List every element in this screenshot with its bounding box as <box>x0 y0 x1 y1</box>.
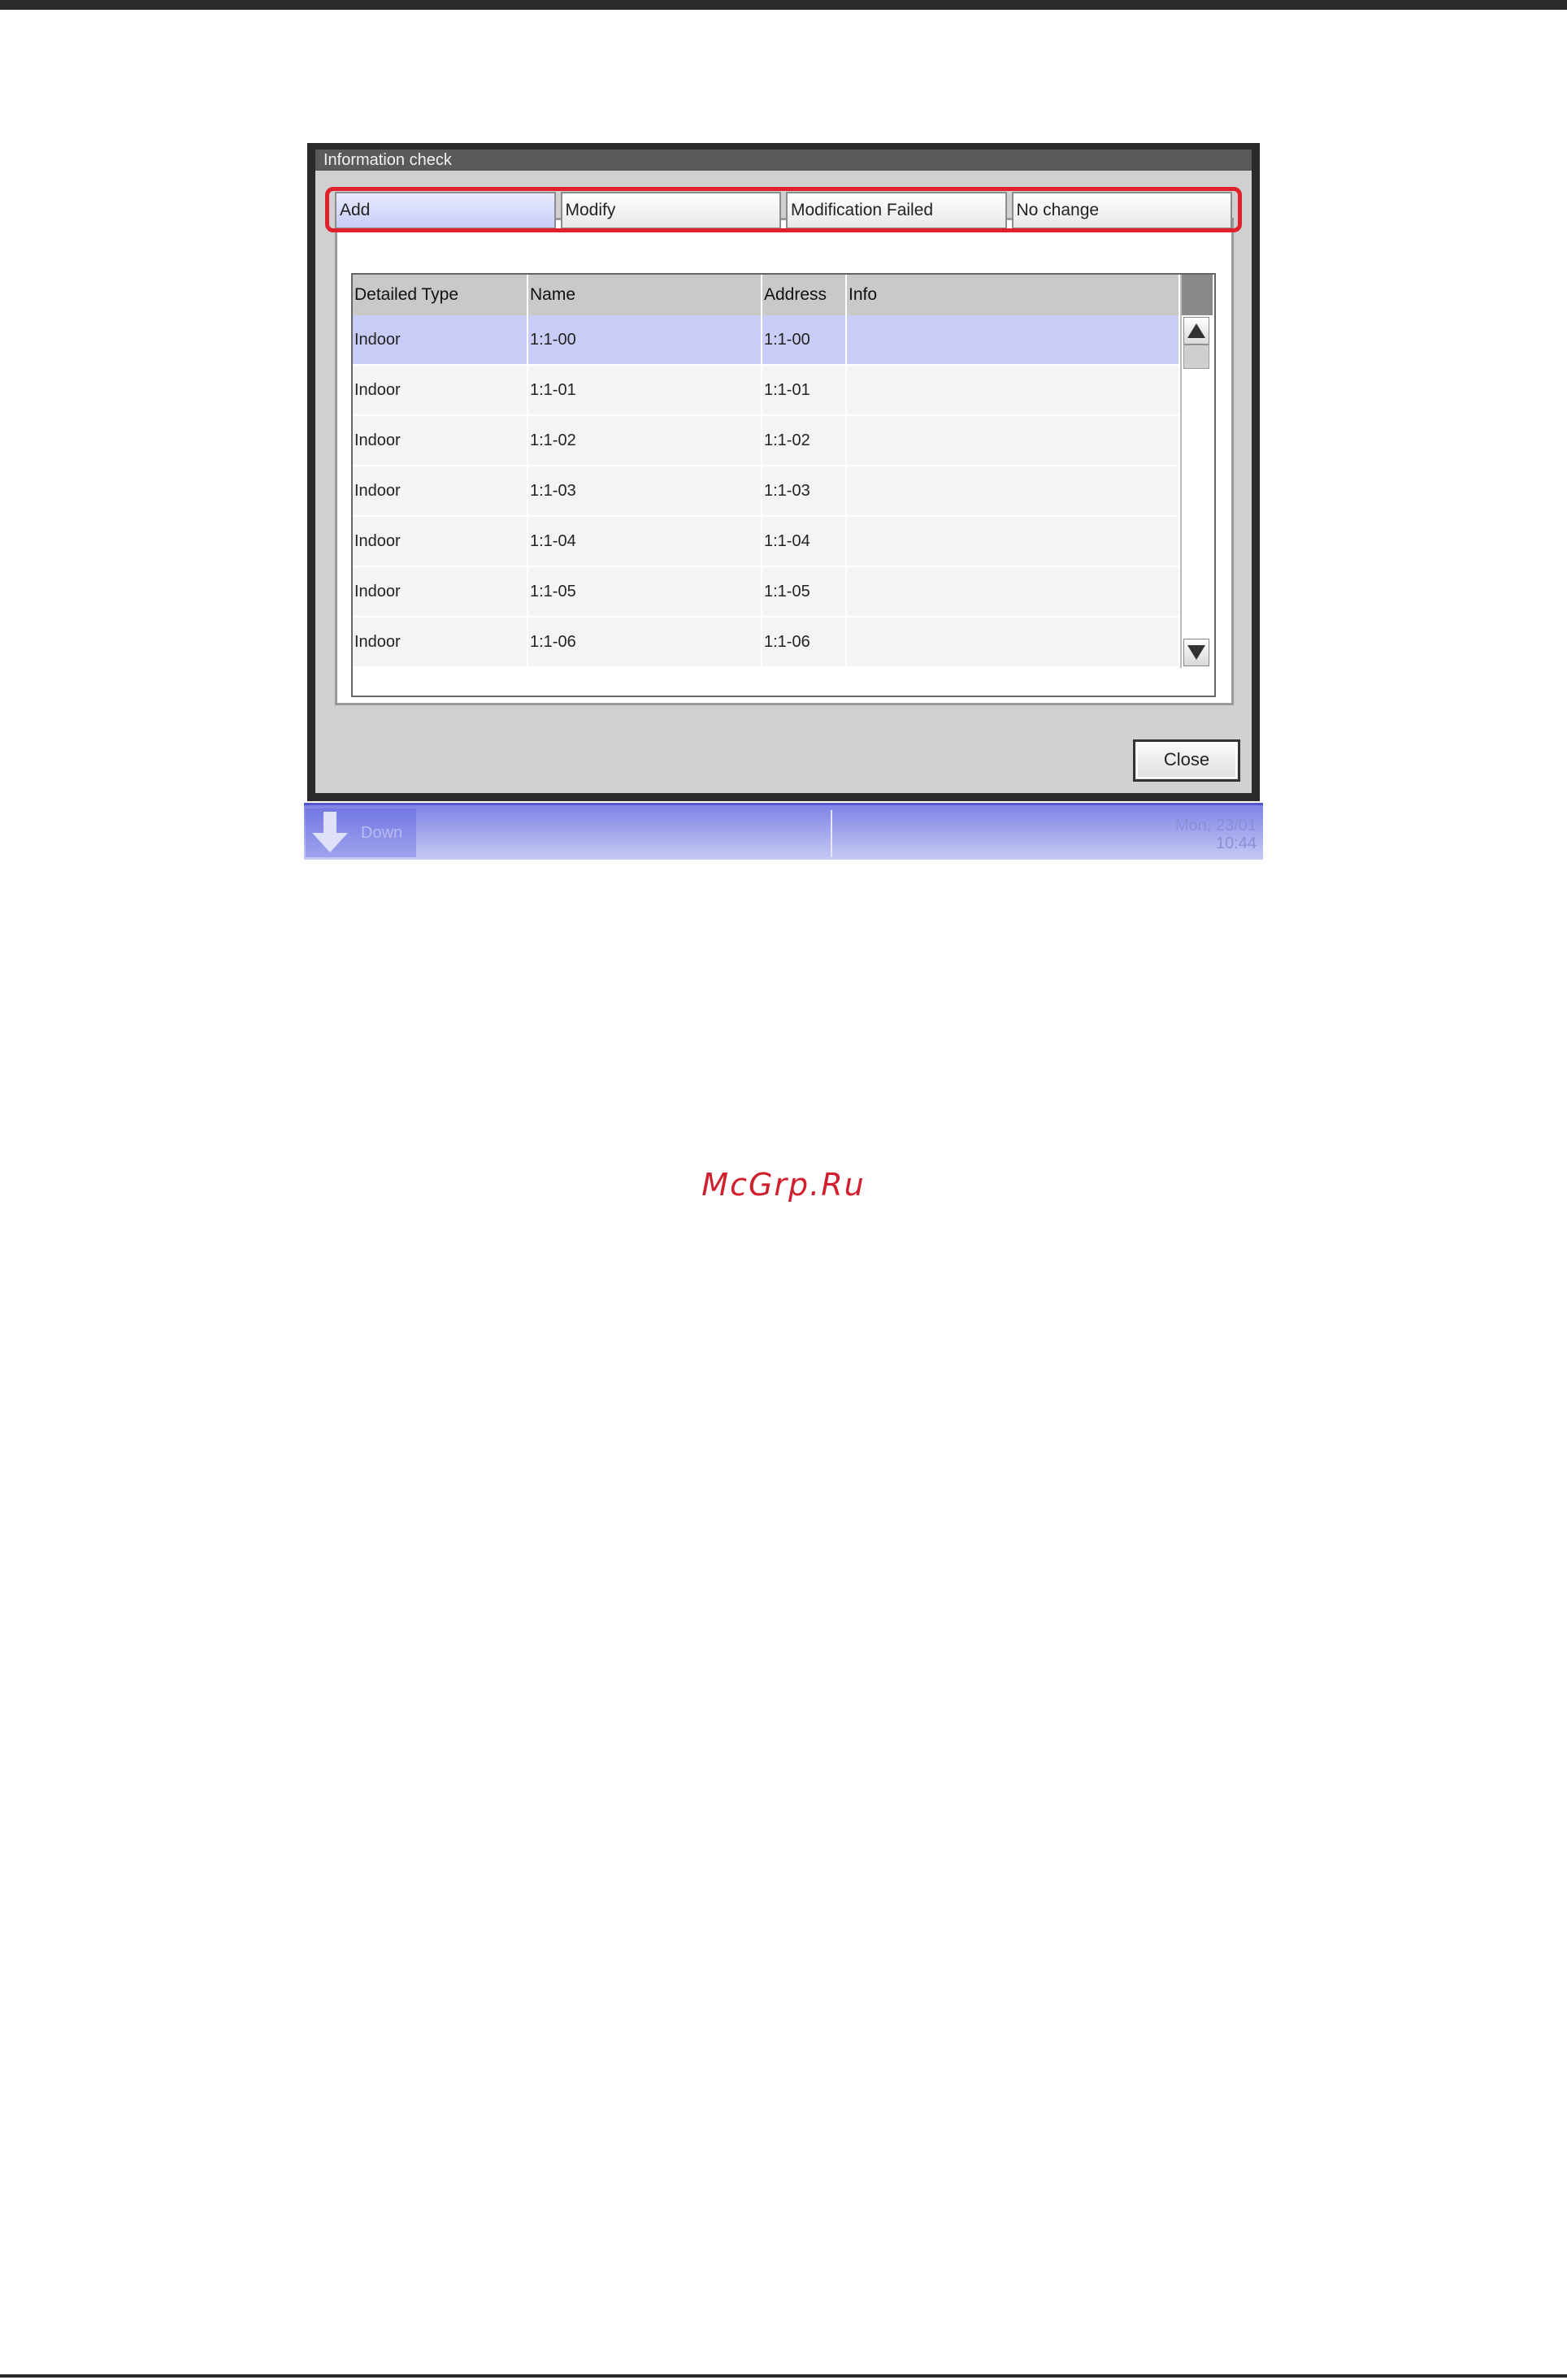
status-divider <box>831 810 832 857</box>
page-top-rule <box>0 0 1567 10</box>
dialog-title: Information check <box>315 150 1252 171</box>
cell-info <box>847 416 1179 465</box>
cell-name: 1:1-04 <box>528 517 762 566</box>
cell-detailed-type: Indoor <box>353 567 528 616</box>
tab-no-change[interactable]: No change <box>1011 192 1232 229</box>
tab-bar: Add Modify Modification Failed No change <box>335 192 1232 229</box>
table-body: Indoor 1:1-00 1:1-00 Indoor 1:1-01 1:1-0… <box>353 315 1179 668</box>
scroll-up-button[interactable] <box>1183 317 1209 345</box>
cell-address: 1:1-00 <box>762 315 847 364</box>
status-date: Mon, 23/01 <box>1174 817 1257 835</box>
table-row[interactable]: Indoor 1:1-06 1:1-06 <box>353 618 1179 666</box>
triangle-up-icon <box>1187 323 1205 338</box>
status-time: 10:44 <box>1215 835 1257 852</box>
table-header: Detailed Type Name Address Info <box>353 275 1179 315</box>
cell-address: 1:1-02 <box>762 416 847 465</box>
tab-modification-failed[interactable]: Modification Failed <box>786 192 1007 229</box>
scrollbar-header-cap <box>1182 275 1213 315</box>
watermark: McGrp.Ru <box>701 1167 866 1203</box>
cell-name: 1:1-06 <box>528 618 762 666</box>
cell-detailed-type: Indoor <box>353 618 528 666</box>
table-scrollbar[interactable] <box>1180 275 1213 668</box>
tab-add[interactable]: Add <box>335 192 556 229</box>
cell-name: 1:1-02 <box>528 416 762 465</box>
scrollbar-thumb[interactable] <box>1183 345 1209 369</box>
cell-detailed-type: Indoor <box>353 416 528 465</box>
table-row[interactable]: Indoor 1:1-01 1:1-01 <box>353 366 1179 414</box>
cell-info <box>847 567 1179 616</box>
page-bottom-rule <box>0 2374 1567 2378</box>
information-check-dialog: Information check Add Modify Modificatio… <box>307 143 1260 801</box>
status-down-label: Down <box>361 823 403 842</box>
cell-detailed-type: Indoor <box>353 466 528 515</box>
cell-name: 1:1-00 <box>528 315 762 364</box>
table-row[interactable]: Indoor 1:1-05 1:1-05 <box>353 567 1179 616</box>
cell-name: 1:1-01 <box>528 366 762 414</box>
cell-name: 1:1-03 <box>528 466 762 515</box>
cell-address: 1:1-03 <box>762 466 847 515</box>
table-row[interactable]: Indoor 1:1-03 1:1-03 <box>353 466 1179 515</box>
status-datetime: Mon, 23/01 10:44 <box>1175 817 1257 852</box>
close-button[interactable]: Close <box>1133 739 1240 782</box>
cell-info <box>847 618 1179 666</box>
dialog-body: Add Modify Modification Failed No change… <box>315 171 1252 793</box>
units-table: Detailed Type Name Address Info Indoor 1… <box>351 273 1216 697</box>
status-bar: Down Mon, 23/01 10:44 <box>304 803 1263 860</box>
cell-info <box>847 366 1179 414</box>
column-header-name: Name <box>528 275 762 315</box>
status-down-button[interactable]: Down <box>306 809 416 857</box>
cell-address: 1:1-05 <box>762 567 847 616</box>
cell-address: 1:1-06 <box>762 618 847 666</box>
scroll-down-button[interactable] <box>1183 639 1209 666</box>
cell-detailed-type: Indoor <box>353 366 528 414</box>
cell-address: 1:1-04 <box>762 517 847 566</box>
cell-detailed-type: Indoor <box>353 517 528 566</box>
cell-address: 1:1-01 <box>762 366 847 414</box>
cell-info <box>847 466 1179 515</box>
cell-name: 1:1-05 <box>528 567 762 616</box>
cell-detailed-type: Indoor <box>353 315 528 364</box>
column-header-address: Address <box>762 275 847 315</box>
table-row[interactable]: Indoor 1:1-02 1:1-02 <box>353 416 1179 465</box>
tab-modify[interactable]: Modify <box>560 192 781 229</box>
cell-info <box>847 517 1179 566</box>
table-row[interactable]: Indoor 1:1-04 1:1-04 <box>353 517 1179 566</box>
triangle-down-icon <box>1187 645 1205 660</box>
column-header-detailed-type: Detailed Type <box>353 275 528 315</box>
table-row[interactable]: Indoor 1:1-00 1:1-00 <box>353 315 1179 364</box>
column-header-info: Info <box>849 285 878 304</box>
arrow-down-icon <box>312 810 348 856</box>
cell-info <box>847 315 1179 364</box>
